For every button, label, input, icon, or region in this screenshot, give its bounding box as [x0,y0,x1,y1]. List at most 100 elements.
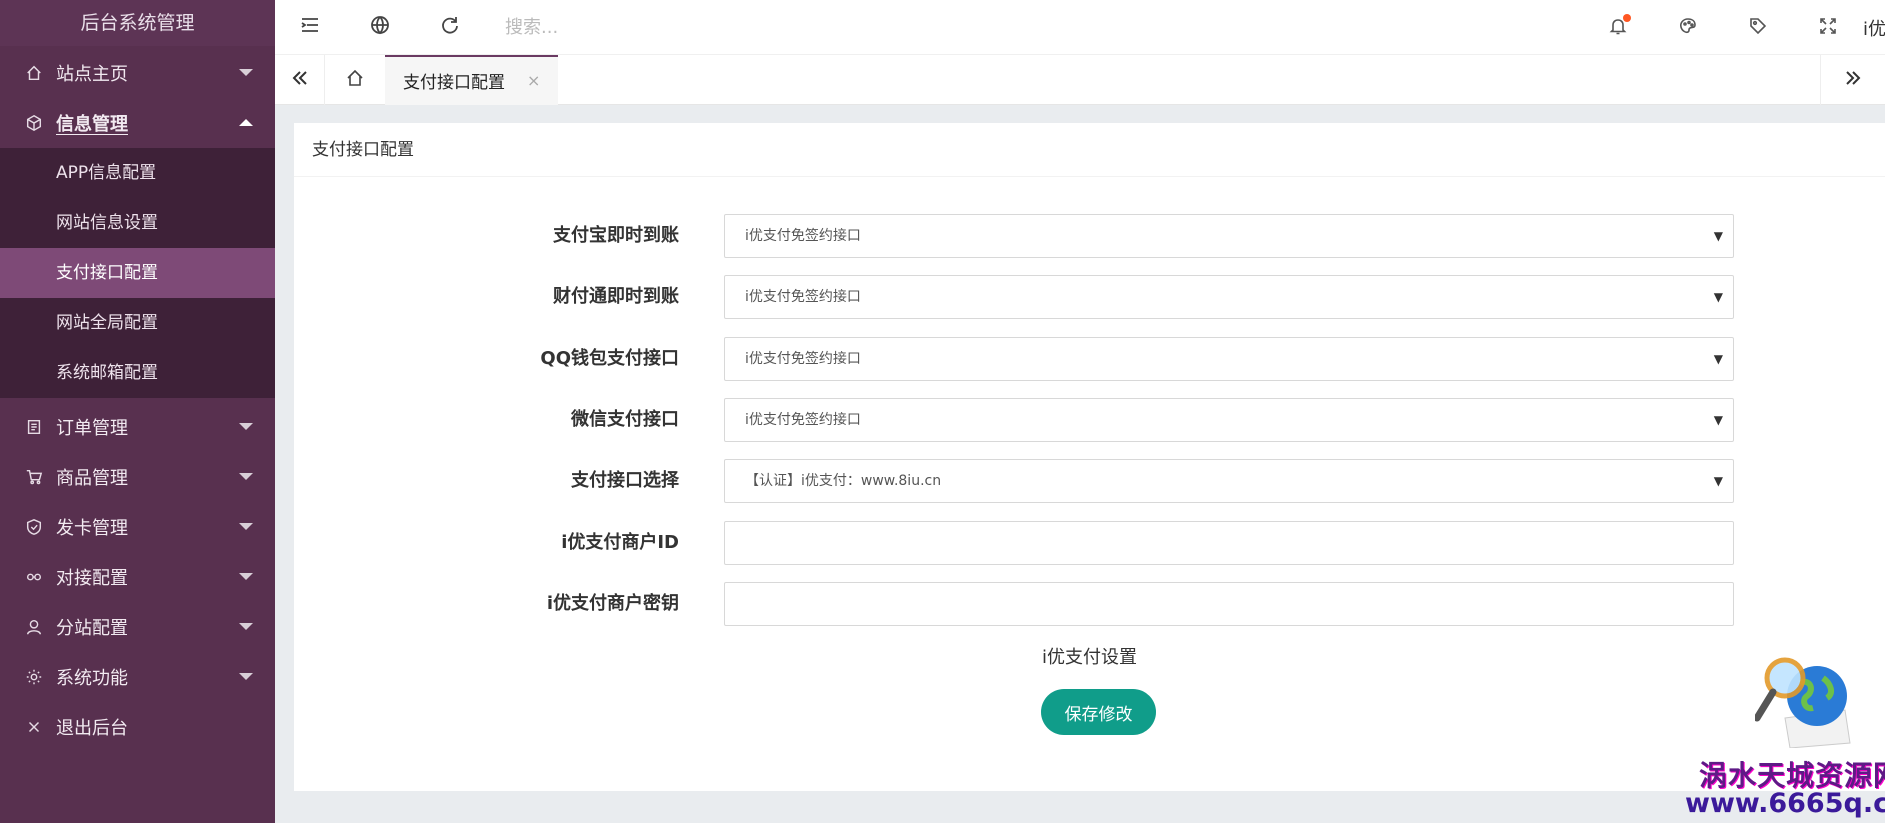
field-label: i优支付商户ID [561,532,679,553]
watermark-url: www.6665q.com [1685,788,1885,819]
double-chevron-right-icon [1843,68,1863,92]
sidebar: 后台系统管理 站点主页 信息管理 APP信息配置 网站信息设置 支付接口配置 网… [0,0,275,823]
sidebar-item-label: 站点主页 [56,64,128,85]
sidebar-item-logout[interactable]: 退出后台 [0,702,275,752]
theme-button[interactable] [1653,0,1723,55]
tab-label: 支付接口配置 [403,73,505,93]
submenu-item-app-info[interactable]: APP信息配置 [0,148,275,198]
form-row-qqwallet: QQ钱包支付接口 i优支付免签约接口 ▼ [294,337,1885,381]
select-value: i优支付免签约接口 [745,228,861,244]
select-value: 【认证】i优支付：www.8iu.cn [745,473,942,489]
field-label: 财付通即时到账 [553,286,679,307]
sidebar-item-label: 退出后台 [56,718,128,739]
submenu-item-global-config[interactable]: 网站全局配置 [0,298,275,348]
sidebar-item-info-management[interactable]: 信息管理 [0,98,275,148]
field-label: 微信支付接口 [571,409,679,430]
chevron-down-icon [239,523,253,530]
sidebar-item-system[interactable]: 系统功能 [0,652,275,702]
sidebar-item-label: 发卡管理 [56,518,128,539]
sidebar-item-home[interactable]: 站点主页 [0,48,275,98]
menu-toggle-button[interactable] [275,0,345,55]
field-label: 支付宝即时到账 [553,225,679,246]
cube-icon [24,113,44,133]
refresh-icon [439,14,461,40]
dropdown-arrow-icon: ▼ [1713,290,1723,304]
watermark: 涡水天城资源网 www.6665q.com [1685,636,1885,821]
sidebar-item-orders[interactable]: 订单管理 [0,402,275,452]
chevron-down-icon [239,623,253,630]
notification-button[interactable] [1583,0,1653,55]
submenu-item-site-info[interactable]: 网站信息设置 [0,198,275,248]
sidebar-item-cards[interactable]: 发卡管理 [0,502,275,552]
dropdown-arrow-icon: ▼ [1713,352,1723,366]
save-button[interactable]: 保存修改 [1041,689,1156,735]
form-row-wechat: 微信支付接口 i优支付免签约接口 ▼ [294,398,1885,442]
home-icon [345,68,365,92]
home-icon [24,63,44,83]
form-row-tenpay: 财付通即时到账 i优支付免签约接口 ▼ [294,275,1885,319]
chevron-down-icon [239,673,253,680]
alipay-select[interactable]: i优支付免签约接口 ▼ [724,214,1734,258]
select-value: i优支付免签约接口 [745,351,861,367]
sidebar-item-label: 订单管理 [56,418,128,439]
sidebar-item-label: 分站配置 [56,618,128,639]
list-icon [24,417,44,437]
tabs-scroll-left-button[interactable] [275,54,325,105]
user-icon [24,617,44,637]
tabs-scroll-right-button[interactable] [1820,55,1885,105]
dropdown-arrow-icon: ▼ [1713,229,1723,243]
indent-icon [299,14,321,40]
search-input[interactable] [505,16,865,38]
sidebar-item-label: 商品管理 [56,468,128,489]
chevron-down-icon [239,473,253,480]
top-bar-right: i优 [1583,0,1885,55]
field-label: i优支付商户密钥 [546,593,679,614]
chevron-down-icon [239,573,253,580]
form-row-interface-select: 支付接口选择 【认证】i优支付：www.8iu.cn ▼ [294,459,1885,503]
field-label: QQ钱包支付接口 [540,348,679,369]
main-card: 支付接口配置 支付宝即时到账 i优支付免签约接口 ▼ 财付通即时到账 i优支付免… [294,123,1885,791]
dropdown-arrow-icon: ▼ [1713,413,1723,427]
user-name[interactable]: i优 [1863,15,1885,41]
interface-select[interactable]: 【认证】i优支付：www.8iu.cn ▼ [724,459,1734,503]
palette-icon [1678,16,1698,40]
tab-close-icon[interactable]: × [527,71,540,90]
brand-title: 后台系统管理 [0,0,275,46]
submenu-item-mail-config[interactable]: 系统邮箱配置 [0,348,275,398]
form-row-merchant-id: i优支付商户ID [294,521,1885,565]
globe-icon [369,14,391,40]
submenu-item-payment-config[interactable]: 支付接口配置 [0,248,275,298]
select-value: i优支付免签约接口 [745,412,861,428]
sidebar-item-products[interactable]: 商品管理 [0,452,275,502]
tenpay-select[interactable]: i优支付免签约接口 ▼ [724,275,1734,319]
qqwallet-select[interactable]: i优支付免签约接口 ▼ [724,337,1734,381]
wechat-select[interactable]: i优支付免签约接口 ▼ [724,398,1734,442]
gear-icon [24,667,44,687]
dropdown-arrow-icon: ▼ [1713,474,1723,488]
tag-icon [1748,16,1768,40]
tabs-bar: 支付接口配置 × [275,54,1885,105]
refresh-button[interactable] [415,0,485,55]
website-button[interactable] [345,0,415,55]
chevron-down-icon [239,423,253,430]
shield-icon [24,517,44,537]
sidebar-item-substation[interactable]: 分站配置 [0,602,275,652]
cart-icon [24,467,44,487]
fullscreen-button[interactable] [1793,0,1863,55]
form-row-alipay: 支付宝即时到账 i优支付免签约接口 ▼ [294,214,1885,258]
sidebar-item-docking[interactable]: 对接配置 [0,552,275,602]
tab-payment-config[interactable]: 支付接口配置 × [385,54,559,105]
merchant-id-input[interactable] [724,521,1734,565]
sidebar-submenu: APP信息配置 网站信息设置 支付接口配置 网站全局配置 系统邮箱配置 [0,148,275,398]
sidebar-item-label: 系统功能 [56,668,128,689]
sidebar-item-label: 对接配置 [56,568,128,589]
tab-home[interactable] [325,55,385,105]
payment-settings-link[interactable]: i优支付设置 [294,643,1885,669]
field-label: 支付接口选择 [571,470,679,491]
form-row-merchant-key: i优支付商户密钥 [294,582,1885,626]
double-chevron-left-icon [290,68,310,92]
merchant-key-input[interactable] [724,582,1734,626]
tag-button[interactable] [1723,0,1793,55]
fullscreen-icon [1818,16,1838,40]
card-title: 支付接口配置 [294,123,1885,177]
